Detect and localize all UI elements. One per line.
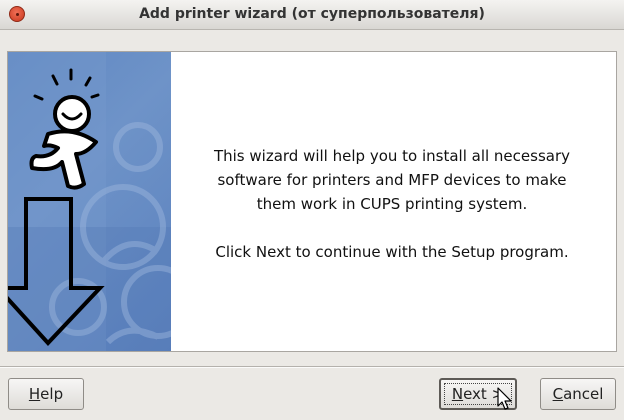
cancel-button[interactable]: Cancel bbox=[540, 378, 616, 410]
continue-paragraph: Click Next to continue with the Setup pr… bbox=[215, 243, 569, 261]
cancel-mnemonic: C bbox=[552, 385, 564, 403]
cancel-label: ancel bbox=[563, 385, 604, 403]
help-mnemonic: H bbox=[28, 385, 41, 403]
help-button[interactable]: Help bbox=[8, 378, 84, 410]
intro-paragraph: This wizard will help you to install all… bbox=[213, 147, 571, 213]
mouse-pointer-icon bbox=[497, 387, 512, 410]
wizard-window: Add printer wizard (от суперпользователя… bbox=[0, 0, 624, 420]
wizard-side-image bbox=[8, 52, 171, 351]
button-separator bbox=[0, 366, 624, 368]
help-label: elp bbox=[40, 385, 64, 403]
wizard-content: This wizard will help you to install all… bbox=[7, 51, 617, 352]
wizard-message: This wizard will help you to install all… bbox=[208, 144, 576, 264]
window-title: Add printer wizard (от суперпользователя… bbox=[139, 6, 485, 22]
title-bar[interactable]: Add printer wizard (от суперпользователя… bbox=[0, 0, 624, 30]
wizard-illustration bbox=[8, 52, 171, 351]
